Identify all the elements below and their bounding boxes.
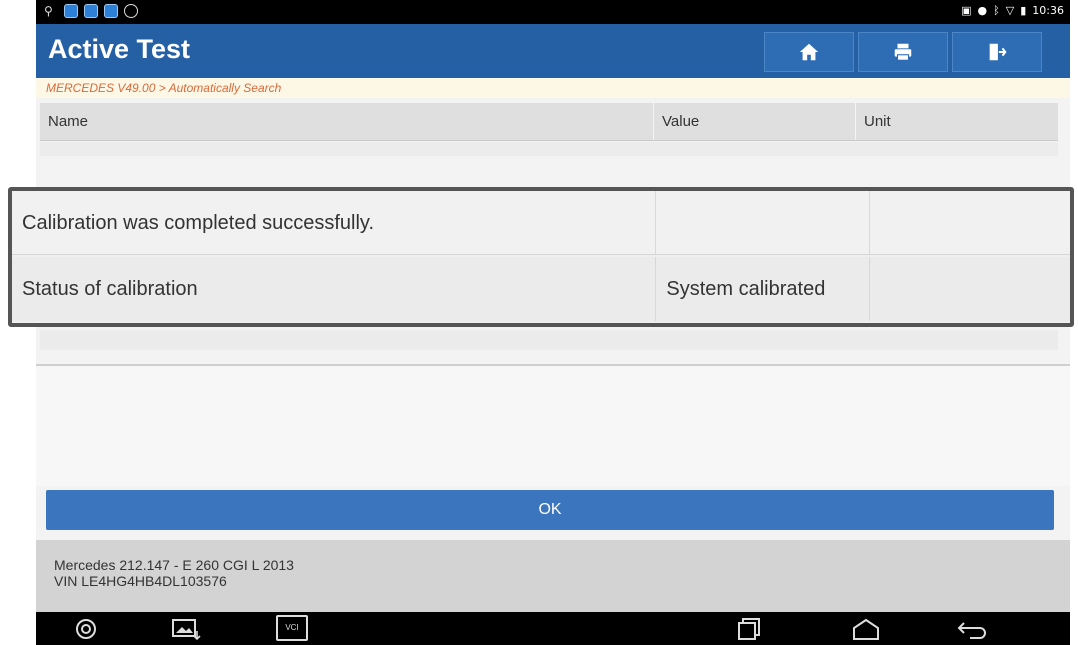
app-notification-icon xyxy=(84,4,98,18)
bluetooth-icon: ᛒ xyxy=(993,4,1000,17)
page-title: Active Test xyxy=(48,34,191,64)
column-header-name: Name xyxy=(40,103,654,140)
wifi-icon: ▽ xyxy=(1005,4,1015,17)
status-time: 10:36 xyxy=(1032,4,1064,17)
app-notification-icon xyxy=(64,4,78,18)
vci-label: VCI xyxy=(285,623,299,632)
status-bar: ⚲ ▣ ● ᛒ ▽ ▮ 10:36 xyxy=(36,0,1070,24)
row-unit xyxy=(870,191,1070,254)
location-icon: ● xyxy=(977,4,988,17)
content-area xyxy=(36,366,1070,486)
vci-icon[interactable]: VCI xyxy=(276,615,308,641)
table-row: Status of calibration System calibrated xyxy=(12,257,1070,321)
column-header-value: Value xyxy=(654,103,856,140)
row-name: Calibration was completed successfully. xyxy=(12,191,657,254)
browser-icon[interactable] xyxy=(74,617,98,641)
recent-apps-icon[interactable] xyxy=(736,617,762,641)
title-bar: Active Test xyxy=(36,24,1070,78)
exit-icon xyxy=(989,43,1007,61)
home-icon xyxy=(799,43,819,61)
table-row: Calibration was completed successfully. xyxy=(12,191,1070,255)
breadcrumb: MERCEDES V49.00 > Automatically Search xyxy=(36,78,1070,98)
row-name: Status of calibration xyxy=(12,257,657,321)
vehicle-model: Mercedes 212.147 - E 260 CGI L 2013 xyxy=(54,557,294,573)
row-value: System calibrated xyxy=(656,257,871,321)
gallery-icon[interactable] xyxy=(171,617,201,641)
ok-button[interactable]: OK xyxy=(46,490,1054,530)
exit-button[interactable] xyxy=(952,32,1042,72)
print-icon xyxy=(894,43,912,61)
row-value xyxy=(656,191,871,254)
vehicle-vin: VIN LE4HG4HB4DL103576 xyxy=(54,573,227,589)
sync-icon xyxy=(124,4,138,18)
print-button[interactable] xyxy=(858,32,948,72)
back-icon[interactable] xyxy=(956,617,988,641)
table-row-faded xyxy=(40,142,1058,156)
column-header-unit: Unit xyxy=(864,113,891,130)
home-nav-icon[interactable] xyxy=(851,617,881,641)
home-button[interactable] xyxy=(764,32,854,72)
row-unit xyxy=(870,257,1070,321)
battery-icon: ▮ xyxy=(1020,4,1027,17)
table-row-faded xyxy=(40,330,1058,350)
table-header: Name Value Unit xyxy=(40,103,1058,141)
usb-icon: ⚲ xyxy=(44,4,53,18)
highlight-zoom-box: Calibration was completed successfully. … xyxy=(8,187,1074,327)
app-notification-icon xyxy=(104,4,118,18)
vehicle-info: Mercedes 212.147 - E 260 CGI L 2013 VIN … xyxy=(36,540,1070,612)
sim-icon: ▣ xyxy=(961,4,972,17)
android-nav-bar: VCI xyxy=(36,612,1070,645)
